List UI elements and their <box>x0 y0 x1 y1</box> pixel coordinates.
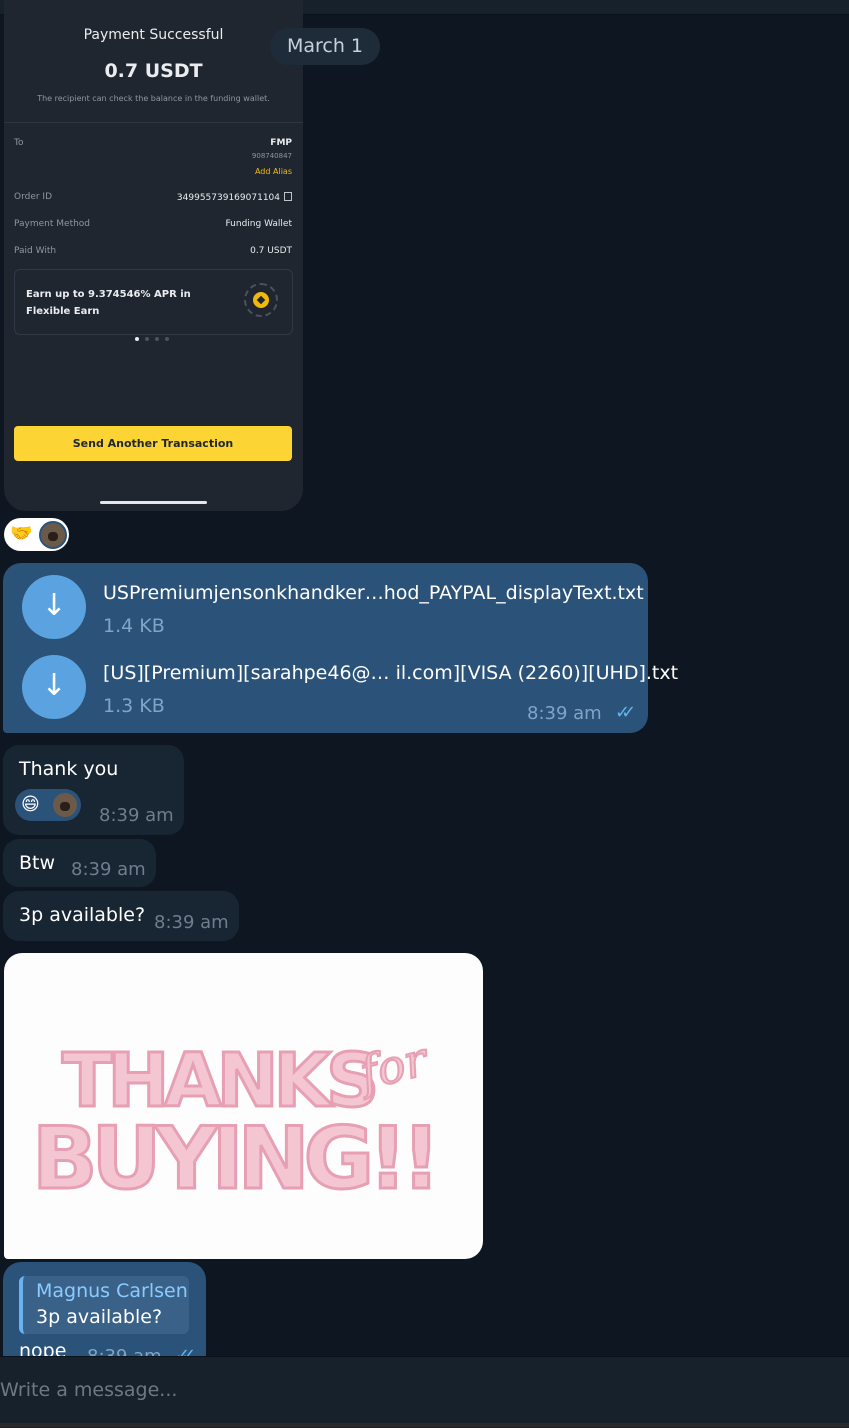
paid-with-value: 0.7 USDT <box>250 246 292 256</box>
avatar <box>51 791 79 819</box>
message-text: Btw <box>19 852 56 874</box>
divider <box>4 122 303 123</box>
incoming-message[interactable]: Btw 8:39 am <box>3 839 156 887</box>
add-alias-link: Add Alias <box>254 167 292 176</box>
order-id-label: Order ID <box>14 192 53 202</box>
incoming-message[interactable]: Thank you 😄 8:39 am <box>3 745 184 835</box>
incoming-message[interactable]: 3p available? 8:39 am <box>3 891 239 941</box>
file-name[interactable]: [US][Premium][sarahpe46@… il.com][VISA (… <box>103 662 678 684</box>
message-time: 8:39 am <box>99 805 174 826</box>
thanks-for-buying-image[interactable]: THANKS for BUYING!! <box>4 953 483 1259</box>
window-bottom-edge <box>0 1423 849 1427</box>
to-id: 908740847 <box>251 152 292 160</box>
file-size: 1.3 KB <box>103 695 165 717</box>
copy-icon <box>284 192 292 201</box>
payment-method-value: Funding Wallet <box>225 219 293 229</box>
earn-text: Earn up to 9.374546% APR in Flexible Ear… <box>26 289 191 317</box>
message-text: Thank you <box>19 758 119 780</box>
handshake-icon: 🤝 <box>10 523 33 544</box>
payment-title: Payment Successful <box>83 27 224 43</box>
files-message-bubble[interactable]: ↓ USPremiumjensonkhandker…hod_PAYPAL_dis… <box>3 563 678 733</box>
reaction-chip[interactable]: 😄 <box>15 789 81 821</box>
download-icon[interactable]: ↓ <box>22 655 86 719</box>
message-time: 8:39 am <box>71 859 146 880</box>
message-composer <box>0 1356 849 1428</box>
paid-with-label: Paid With <box>14 246 57 256</box>
send-another-transaction-button: Send Another Transaction <box>14 426 292 461</box>
date-separator: March 1 <box>270 28 380 65</box>
payment-screenshot-image[interactable]: Payment Successful 0.7 USDT The recipien… <box>4 0 303 511</box>
message-time: 8:39 am <box>527 703 602 724</box>
coin-icon <box>244 283 278 317</box>
payment-amount: 0.7 USDT <box>104 60 203 82</box>
carousel-dots <box>135 326 175 345</box>
to-name: FMP <box>270 138 292 148</box>
quoted-text: 3p available? <box>36 1306 163 1328</box>
quoted-message[interactable]: Magnus Carlsen 3p available? <box>19 1276 189 1334</box>
grinning-face-icon: 😄 <box>21 794 40 815</box>
quoted-sender-name: Magnus Carlsen <box>36 1280 188 1302</box>
payment-method-label: Payment Method <box>14 219 91 229</box>
message-input[interactable] <box>0 1375 830 1405</box>
file-size: 1.4 KB <box>103 615 165 637</box>
message-text: 3p available? <box>19 904 146 926</box>
to-label: To <box>14 138 24 148</box>
reaction-chip[interactable]: 🤝 <box>4 518 69 551</box>
file-name[interactable]: USPremiumjensonkhandker…hod_PAYPAL_displ… <box>103 582 644 604</box>
avatar <box>39 521 67 549</box>
order-id-row: 349955739169071104 <box>177 192 292 203</box>
order-id-value: 349955739169071104 <box>176 193 280 203</box>
download-icon[interactable]: ↓ <box>22 575 86 639</box>
sticker-text-buying: BUYING!! <box>31 1109 443 1209</box>
double-check-icon: ✓✓ <box>615 702 636 723</box>
home-indicator <box>100 501 207 504</box>
message-time: 8:39 am <box>154 912 229 933</box>
payment-note: The recipient can check the balance in t… <box>37 94 270 103</box>
